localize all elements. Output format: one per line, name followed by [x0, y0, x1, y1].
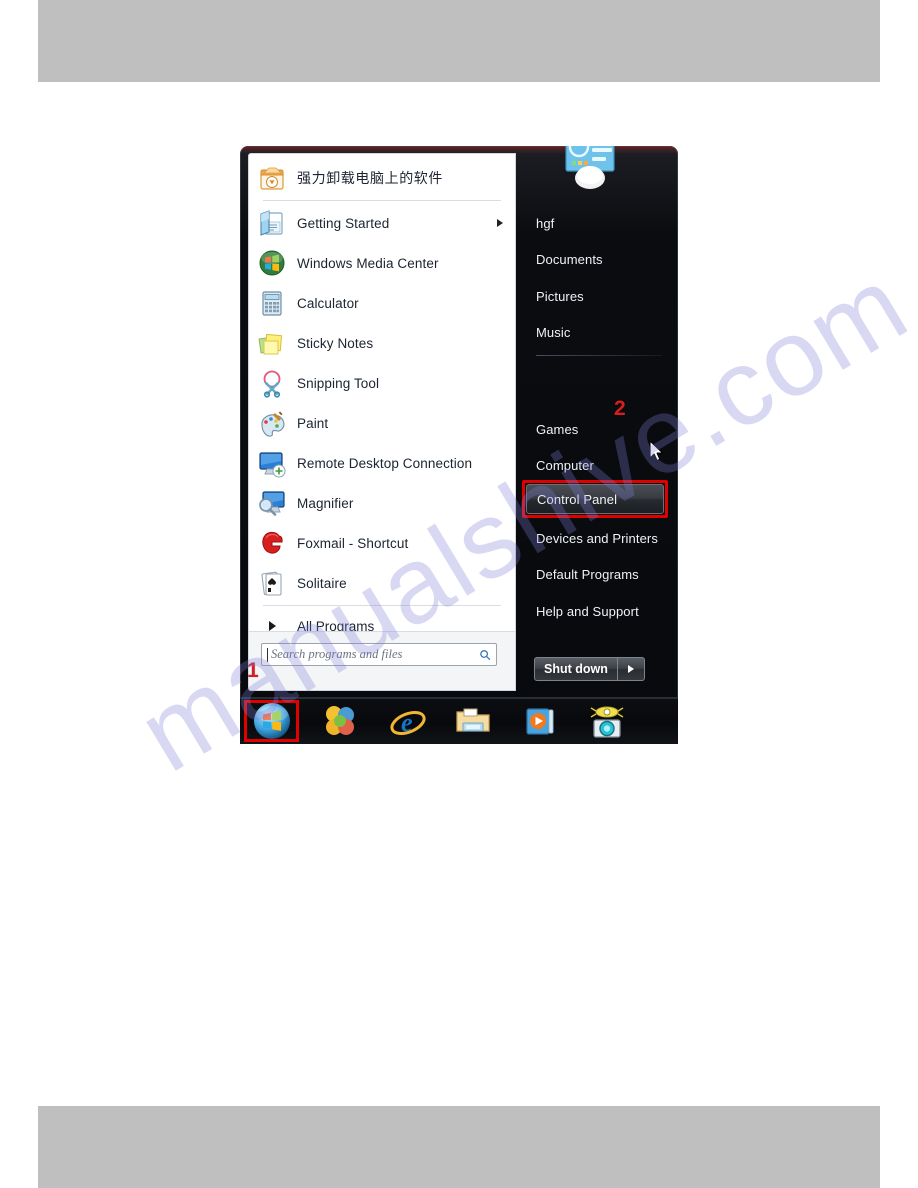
start-menu[interactable]: 强力卸载电脑上的软件 Getting Started Windows Media… — [240, 146, 678, 744]
chevron-right-icon — [627, 665, 634, 673]
place-item-pictures[interactable]: Pictures — [524, 278, 670, 315]
place-item-label: Documents — [536, 252, 603, 268]
programs-separator-bottom — [263, 605, 501, 606]
search-icon[interactable]: ⚲ — [476, 645, 495, 664]
program-item-magnifier[interactable]: Magnifier — [249, 483, 515, 523]
webcam-app-icon[interactable] — [587, 701, 627, 741]
place-item-devices-and-printers[interactable]: Devices and Printers — [524, 520, 670, 557]
pinwheel-app-icon[interactable] — [320, 701, 360, 741]
place-item-label: Pictures — [536, 288, 584, 304]
program-item-label: Snipping Tool — [297, 375, 380, 391]
place-item-documents[interactable]: Documents — [524, 242, 670, 279]
program-item-snipping-tool[interactable]: Snipping Tool — [249, 363, 515, 403]
snipping-tool-icon — [255, 367, 289, 399]
program-item-label: Paint — [297, 415, 329, 431]
programs-separator — [263, 200, 501, 201]
page-header-band — [38, 0, 880, 82]
foxmail-icon — [255, 527, 289, 559]
place-item-label: Games — [536, 421, 579, 437]
sticky-notes-icon — [255, 327, 289, 359]
chevron-right-icon — [255, 621, 289, 631]
program-item-getting-started[interactable]: Getting Started — [249, 203, 515, 243]
program-item-label: Calculator — [297, 295, 359, 311]
page-footer-band — [38, 1106, 880, 1188]
taskbar[interactable]: e — [240, 698, 678, 744]
place-item-control-panel[interactable]: Control Panel — [526, 484, 664, 514]
magnifier-icon — [255, 487, 289, 519]
places-top-group: hgf Documents Pictures Music — [524, 205, 670, 360]
program-item-windows-media-center[interactable]: Windows Media Center — [249, 243, 515, 283]
windows-explorer-icon[interactable] — [453, 701, 493, 741]
places-pane: hgf Documents Pictures Music Games Compu… — [522, 146, 670, 691]
place-item-default-programs[interactable]: Default Programs — [524, 557, 670, 594]
start-button-highlight-box — [244, 700, 299, 742]
svg-text:e: e — [401, 708, 413, 737]
place-item-help-and-support[interactable]: Help and Support — [524, 593, 670, 630]
place-item-label: Computer — [536, 458, 594, 474]
place-item-label: Music — [536, 325, 571, 341]
place-item-label: Default Programs — [536, 567, 639, 583]
chevron-right-icon — [497, 219, 503, 227]
program-item-label: Solitaire — [297, 575, 347, 591]
shutdown-button[interactable]: Shut down — [534, 657, 618, 681]
search-input[interactable]: Search programs and files ⚲ — [261, 643, 497, 666]
program-item-label: Getting Started — [297, 215, 390, 231]
place-item-label: Devices and Printers — [536, 530, 658, 546]
program-item-sticky-notes[interactable]: Sticky Notes — [249, 323, 515, 363]
programs-pane: 强力卸载电脑上的软件 Getting Started Windows Media… — [248, 153, 516, 691]
place-item-user[interactable]: hgf — [524, 205, 670, 242]
mouse-cursor — [649, 440, 665, 464]
remote-desktop-icon — [255, 447, 289, 479]
solitaire-icon — [255, 567, 289, 599]
callout-number-1: 1 — [247, 659, 259, 682]
program-item-remote-desktop-connection[interactable]: Remote Desktop Connection — [249, 443, 515, 483]
getting-started-icon — [255, 207, 289, 239]
text-caret — [267, 647, 268, 662]
program-item-foxmail[interactable]: Foxmail - Shortcut — [249, 523, 515, 563]
place-item-label: Control Panel — [537, 491, 618, 507]
start-menu-frame: 强力卸载电脑上的软件 Getting Started Windows Media… — [240, 146, 678, 698]
search-area: Search programs and files ⚲ — [249, 631, 515, 690]
paint-icon — [255, 407, 289, 439]
program-item-label: Magnifier — [297, 495, 354, 511]
program-item-uninstaller[interactable]: 强力卸载电脑上的软件 — [249, 158, 515, 198]
shutdown-row[interactable]: Shut down — [534, 657, 645, 681]
internet-explorer-icon[interactable]: e — [388, 701, 428, 741]
calculator-icon — [255, 287, 289, 319]
place-item-music[interactable]: Music — [524, 315, 670, 352]
user-account-picture[interactable] — [552, 146, 628, 197]
program-item-label: Sticky Notes — [297, 335, 374, 351]
place-item-label: hgf — [536, 215, 555, 231]
windows-media-player-icon[interactable] — [520, 701, 560, 741]
places-separator — [536, 355, 662, 356]
search-placeholder: Search programs and files — [271, 647, 403, 661]
windows-media-center-icon — [255, 247, 289, 279]
program-item-calculator[interactable]: Calculator — [249, 283, 515, 323]
program-item-label: Foxmail - Shortcut — [297, 535, 409, 551]
program-item-label: Remote Desktop Connection — [297, 455, 473, 471]
shutdown-options-button[interactable] — [617, 657, 645, 681]
program-item-paint[interactable]: Paint — [249, 403, 515, 443]
place-item-label: Help and Support — [536, 603, 639, 619]
program-item-solitaire[interactable]: Solitaire — [249, 563, 515, 603]
uninstaller-icon — [255, 162, 289, 194]
program-item-label: Windows Media Center — [297, 255, 439, 271]
program-item-label: 强力卸载电脑上的软件 — [297, 170, 443, 186]
programs-list: 强力卸载电脑上的软件 Getting Started Windows Media… — [249, 154, 515, 634]
callout-number-2: 2 — [614, 397, 626, 420]
